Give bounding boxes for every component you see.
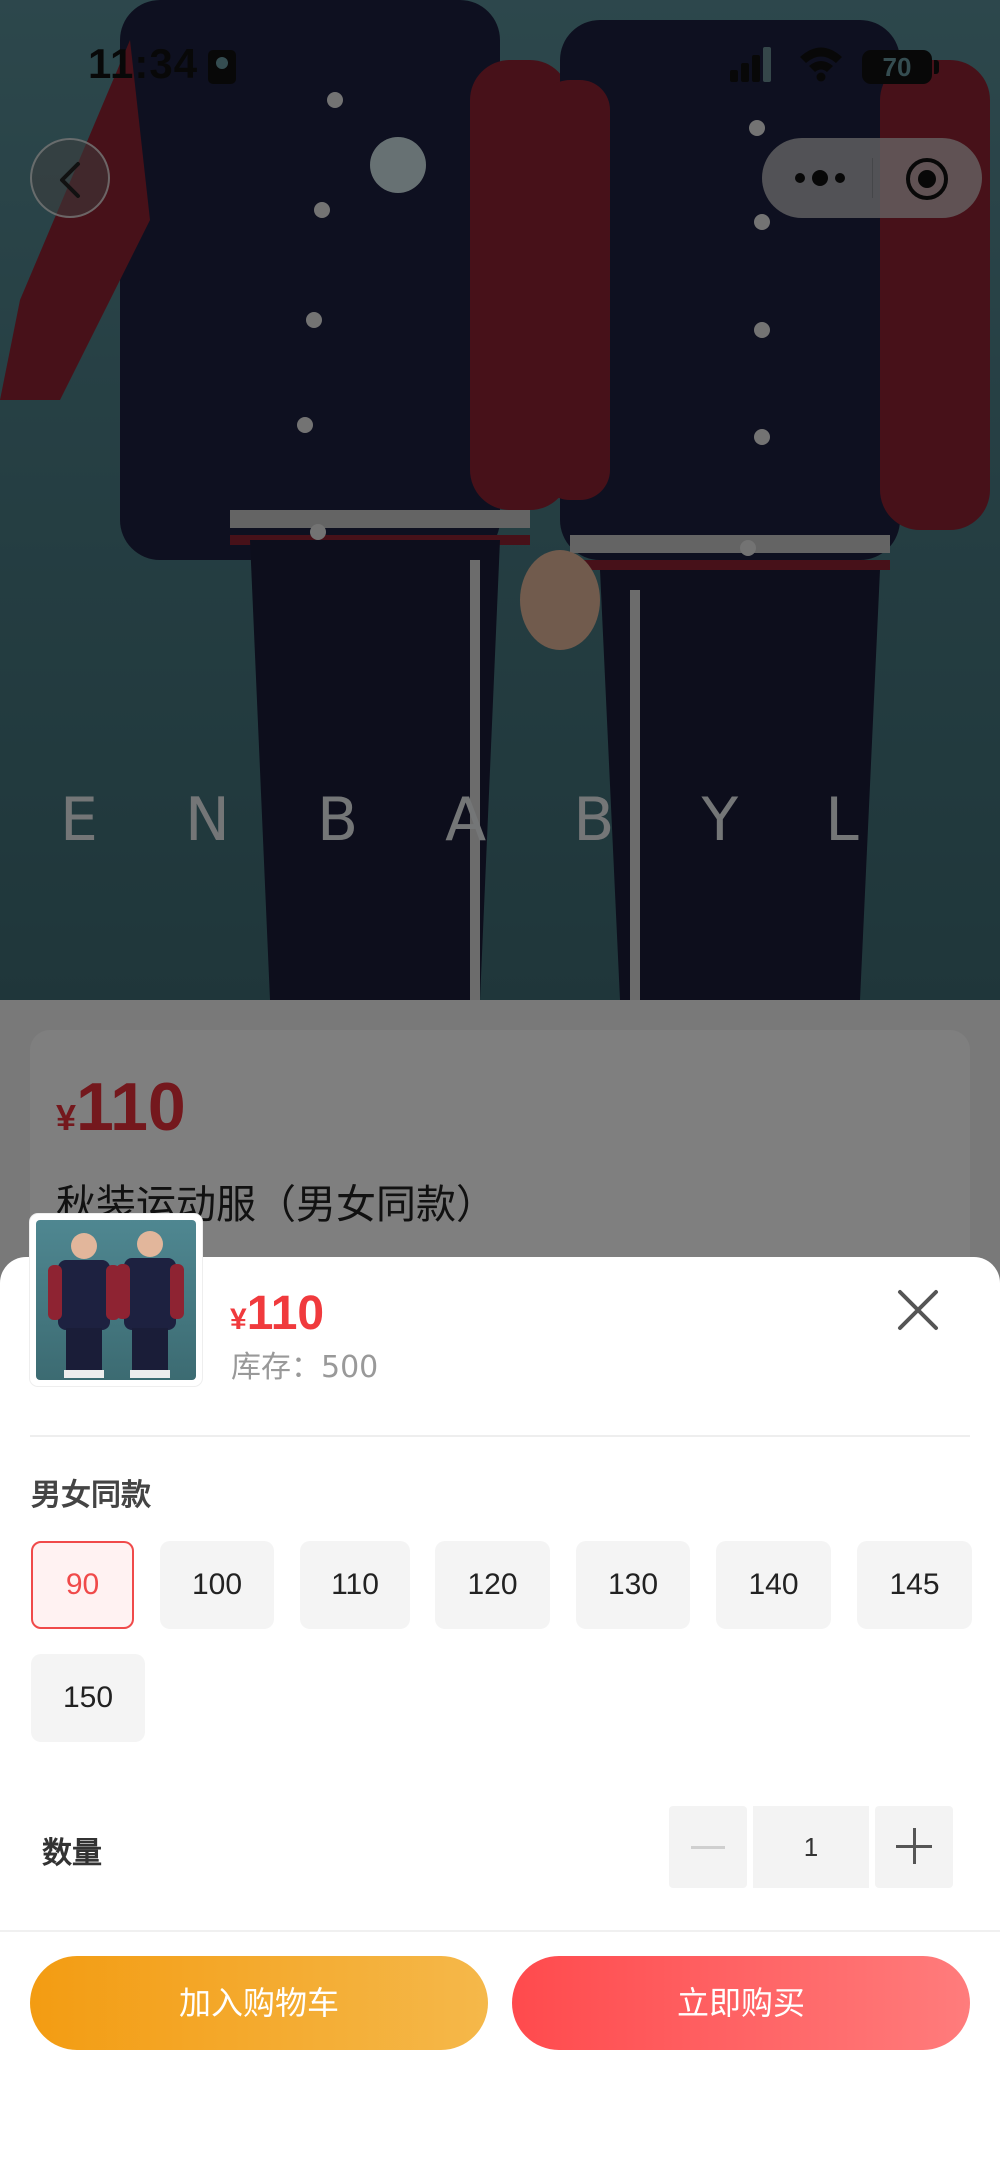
sheet-price: ¥110	[230, 1286, 324, 1341]
spec-group-title: 男女同款	[31, 1478, 151, 1513]
divider	[30, 1435, 970, 1437]
close-icon[interactable]	[892, 1284, 944, 1336]
currency-symbol: ¥	[230, 1303, 247, 1336]
divider	[0, 1930, 1000, 1932]
quantity-value[interactable]: 1	[753, 1806, 869, 1888]
size-option-140[interactable]: 140	[716, 1541, 831, 1629]
add-to-cart-button[interactable]: 加入购物车	[30, 1956, 488, 2050]
size-option-90[interactable]: 90	[31, 1541, 134, 1629]
minus-icon[interactable]	[669, 1806, 747, 1888]
size-option-130[interactable]: 130	[576, 1541, 690, 1629]
size-option-150[interactable]: 150	[31, 1654, 145, 1742]
price-value: 110	[246, 1287, 325, 1340]
size-option-100[interactable]: 100	[160, 1541, 274, 1629]
product-thumbnail	[30, 1214, 202, 1386]
size-option-110[interactable]: 110	[300, 1541, 410, 1629]
buy-now-button[interactable]: 立即购买	[512, 1956, 970, 2050]
stock-text: 库存：500	[231, 1350, 379, 1385]
size-option-145[interactable]: 145	[857, 1541, 972, 1629]
size-option-120[interactable]: 120	[435, 1541, 550, 1629]
quantity-label: 数量	[42, 1836, 102, 1871]
plus-icon[interactable]	[875, 1806, 953, 1888]
